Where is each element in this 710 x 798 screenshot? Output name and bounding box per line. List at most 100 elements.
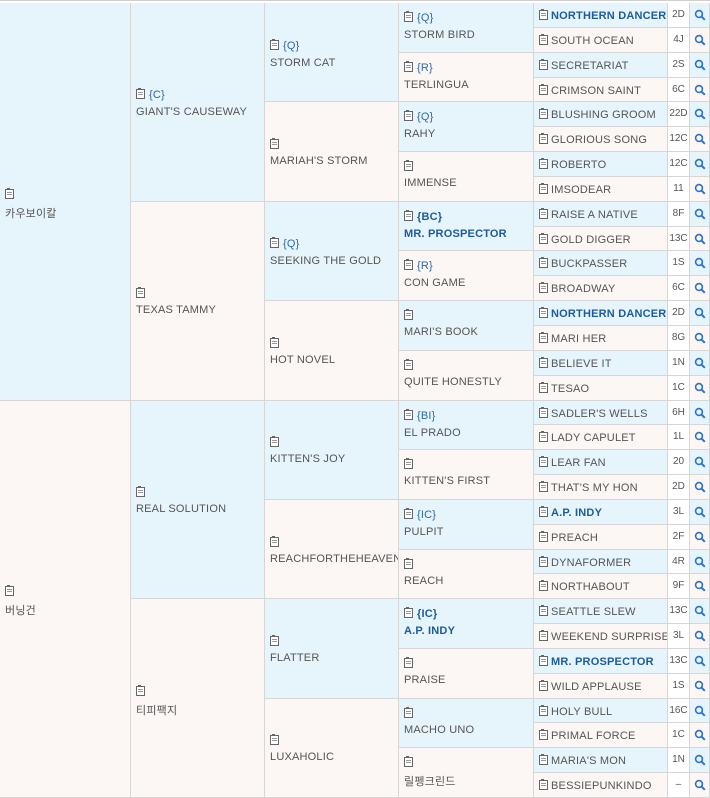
horse-entry[interactable]: {R}TERLINGUA bbox=[404, 62, 469, 91]
magnifier-icon[interactable] bbox=[690, 102, 710, 127]
magnifier-icon[interactable] bbox=[690, 574, 710, 599]
horse-entry[interactable]: SOUTH OCEAN bbox=[539, 35, 634, 47]
document-icon[interactable] bbox=[539, 507, 548, 517]
horse-name[interactable]: A.P. INDY bbox=[551, 507, 602, 519]
horse-name[interactable]: THAT'S MY HON bbox=[551, 482, 638, 494]
document-icon[interactable] bbox=[539, 60, 548, 70]
document-icon[interactable] bbox=[404, 12, 413, 22]
document-icon[interactable] bbox=[270, 735, 279, 745]
horse-name[interactable]: 카우보이칼 bbox=[5, 208, 57, 220]
horse-name[interactable]: BROADWAY bbox=[551, 283, 616, 295]
horse-entry[interactable]: CRIMSON SAINT bbox=[539, 85, 641, 97]
magnifier-icon[interactable] bbox=[690, 351, 710, 376]
horse-entry[interactable]: NORTHERN DANCER bbox=[539, 10, 666, 22]
document-icon[interactable] bbox=[539, 85, 548, 95]
horse-entry[interactable]: IMSODEAR bbox=[539, 184, 611, 196]
horse-name[interactable]: ROBERTO bbox=[551, 159, 606, 171]
horse-entry[interactable]: NORTHERN DANCER bbox=[539, 308, 666, 320]
document-icon[interactable] bbox=[539, 10, 548, 20]
document-icon[interactable] bbox=[539, 780, 548, 790]
horse-entry[interactable]: A.P. INDY bbox=[539, 507, 602, 519]
document-icon[interactable] bbox=[539, 333, 548, 343]
horse-entry[interactable]: LADY CAPULET bbox=[539, 432, 636, 444]
horse-entry[interactable]: {R}CON GAME bbox=[404, 260, 466, 289]
horse-name[interactable]: BUCKPASSER bbox=[551, 258, 627, 270]
horse-name[interactable]: PRIMAL FORCE bbox=[551, 730, 636, 742]
horse-entry[interactable]: NORTHABOUT bbox=[539, 581, 630, 593]
horse-name[interactable]: NORTHABOUT bbox=[551, 581, 630, 593]
horse-name[interactable]: LEAR FAN bbox=[551, 457, 606, 469]
horse-entry[interactable]: BESSIEPUNKINDO bbox=[539, 780, 652, 792]
horse-name[interactable]: GLORIOUS SONG bbox=[551, 134, 647, 146]
document-icon[interactable] bbox=[5, 189, 14, 199]
horse-name[interactable]: REAL SOLUTION bbox=[136, 503, 226, 515]
document-icon[interactable] bbox=[539, 432, 548, 442]
magnifier-icon[interactable] bbox=[690, 699, 710, 724]
document-icon[interactable] bbox=[539, 258, 548, 268]
document-icon[interactable] bbox=[539, 184, 548, 194]
horse-name[interactable]: SEATTLE SLEW bbox=[551, 606, 636, 618]
document-icon[interactable] bbox=[539, 35, 548, 45]
document-icon[interactable] bbox=[404, 559, 413, 569]
horse-name[interactable]: NORTHERN DANCER bbox=[551, 308, 666, 320]
horse-entry[interactable]: HOLY BULL bbox=[539, 706, 612, 718]
magnifier-icon[interactable] bbox=[690, 276, 710, 301]
horse-name[interactable]: BLUSHING GROOM bbox=[551, 109, 656, 121]
horse-entry[interactable]: GLORIOUS SONG bbox=[539, 134, 647, 146]
horse-entry[interactable]: SECRETARIAT bbox=[539, 60, 629, 72]
magnifier-icon[interactable] bbox=[690, 202, 710, 227]
horse-entry[interactable]: KITTEN'S FIRST bbox=[404, 459, 490, 487]
horse-entry[interactable]: MARI HER bbox=[539, 333, 606, 345]
document-icon[interactable] bbox=[270, 636, 279, 646]
document-icon[interactable] bbox=[539, 606, 548, 616]
magnifier-icon[interactable] bbox=[690, 649, 710, 674]
document-icon[interactable] bbox=[539, 383, 548, 393]
horse-entry[interactable]: MACHO UNO bbox=[404, 708, 474, 736]
horse-entry[interactable]: 릴펭크린드 bbox=[404, 757, 456, 789]
horse-entry[interactable]: BLUSHING GROOM bbox=[539, 109, 656, 121]
document-icon[interactable] bbox=[136, 288, 145, 298]
horse-entry[interactable]: MR. PROSPECTOR bbox=[539, 656, 654, 668]
horse-entry[interactable]: {Q}SEEKING THE GOLD bbox=[270, 238, 381, 267]
horse-entry[interactable]: HOT NOVEL bbox=[270, 338, 335, 366]
horse-name[interactable]: KITTEN'S JOY bbox=[270, 453, 345, 465]
horse-entry[interactable]: 버닝건 bbox=[5, 586, 36, 618]
horse-name[interactable]: REACHFORTHEHEAVENS bbox=[270, 553, 399, 565]
document-icon[interactable] bbox=[539, 159, 548, 169]
document-icon[interactable] bbox=[539, 532, 548, 542]
horse-name[interactable]: FLATTER bbox=[270, 652, 319, 664]
magnifier-icon[interactable] bbox=[690, 301, 710, 326]
horse-entry[interactable]: GOLD DIGGER bbox=[539, 234, 631, 246]
horse-name[interactable]: PRAISE bbox=[404, 674, 446, 686]
horse-entry[interactable]: PRIMAL FORCE bbox=[539, 730, 636, 742]
horse-entry[interactable]: QUITE HONESTLY bbox=[404, 360, 502, 388]
document-icon[interactable] bbox=[404, 459, 413, 469]
document-icon[interactable] bbox=[270, 139, 279, 149]
horse-entry[interactable]: BROADWAY bbox=[539, 283, 616, 295]
horse-name[interactable]: TESAO bbox=[551, 383, 589, 395]
horse-entry[interactable]: PREACH bbox=[539, 532, 598, 544]
horse-entry[interactable]: BUCKPASSER bbox=[539, 258, 627, 270]
document-icon[interactable] bbox=[404, 111, 413, 121]
document-icon[interactable] bbox=[270, 437, 279, 447]
horse-name[interactable]: 버닝건 bbox=[5, 605, 36, 617]
horse-entry[interactable]: {Q}STORM CAT bbox=[270, 40, 336, 69]
horse-entry[interactable]: WEEKEND SURPRISE bbox=[539, 631, 668, 643]
horse-entry[interactable]: PRAISE bbox=[404, 658, 446, 686]
horse-name[interactable]: MR. PROSPECTOR bbox=[551, 656, 654, 668]
horse-entry[interactable]: BELIEVE IT bbox=[539, 358, 612, 370]
document-icon[interactable] bbox=[539, 308, 548, 318]
document-icon[interactable] bbox=[404, 260, 413, 270]
document-icon[interactable] bbox=[136, 89, 145, 99]
magnifier-icon[interactable] bbox=[690, 227, 710, 252]
horse-entry[interactable]: {Q}RAHY bbox=[404, 111, 435, 140]
document-icon[interactable] bbox=[539, 358, 548, 368]
horse-entry[interactable]: {IC}PULPIT bbox=[404, 509, 444, 538]
magnifier-icon[interactable] bbox=[690, 748, 710, 773]
document-icon[interactable] bbox=[539, 482, 548, 492]
document-icon[interactable] bbox=[136, 487, 145, 497]
horse-entry[interactable]: TESAO bbox=[539, 383, 589, 395]
horse-name[interactable]: TEXAS TAMMY bbox=[136, 304, 216, 316]
horse-entry[interactable]: {Q}STORM BIRD bbox=[404, 12, 475, 41]
horse-name[interactable]: MACHO UNO bbox=[404, 724, 474, 736]
